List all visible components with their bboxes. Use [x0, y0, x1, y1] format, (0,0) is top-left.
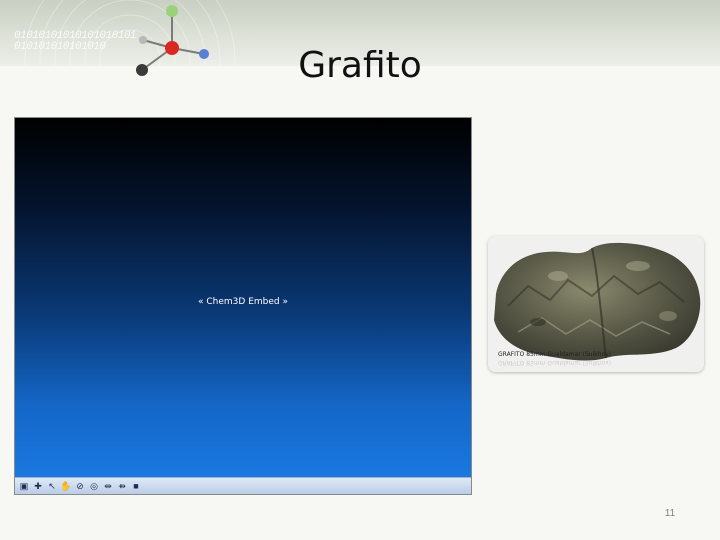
- rotate-icon[interactable]: ✚: [32, 480, 44, 492]
- graphite-rock-photo: GRAFITO 85mm Gualdamar (Sulkhov) GRAFITO…: [488, 236, 704, 372]
- chem3d-placeholder-label: « Chem3D Embed »: [198, 297, 288, 307]
- chem3d-viewport[interactable]: « Chem3D Embed »: [15, 118, 471, 478]
- pointer-icon[interactable]: ↖: [46, 480, 58, 492]
- hand-icon[interactable]: ✋: [60, 480, 72, 492]
- binary-text-line-2: 010101010101010: [14, 41, 106, 53]
- atom-icon[interactable]: ⇻: [116, 480, 128, 492]
- slide-number: 11: [664, 508, 676, 519]
- photo-caption: GRAFITO 85mm Gualdamar (Sulkhov): [498, 351, 612, 358]
- bond-icon[interactable]: ⇹: [102, 480, 114, 492]
- slide-title: Grafito: [298, 45, 422, 86]
- select-icon[interactable]: ▣: [18, 480, 30, 492]
- stop-icon[interactable]: ■: [130, 480, 142, 492]
- molecule-logo-icon: [136, 5, 209, 76]
- zoom-icon[interactable]: ⊘: [74, 480, 86, 492]
- magnify-icon[interactable]: ◎: [88, 480, 100, 492]
- chem3d-toolbar: ▣ ✚ ↖ ✋ ⊘ ◎ ⇹ ⇻ ■: [15, 477, 471, 494]
- chem3d-embed[interactable]: « Chem3D Embed » ▣ ✚ ↖ ✋ ⊘ ◎ ⇹ ⇻ ■: [14, 117, 472, 495]
- photo-caption-reflection: GRAFITO 85mm Gualdamar (Sulkhov): [498, 359, 612, 366]
